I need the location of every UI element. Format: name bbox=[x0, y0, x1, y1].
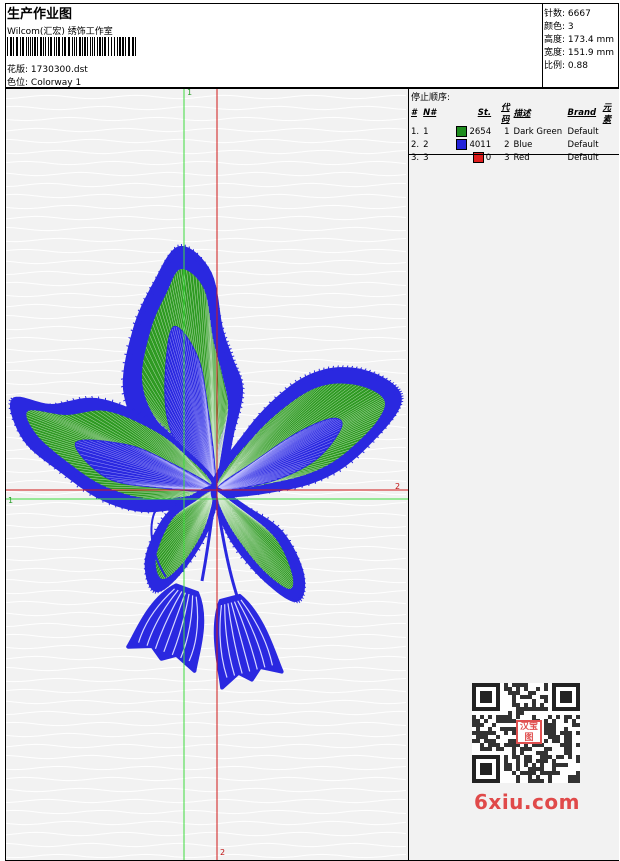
stitch-count: 针数: 6667 bbox=[544, 9, 591, 19]
stop-brand: Default bbox=[567, 126, 599, 137]
flower-embroidery bbox=[8, 243, 404, 690]
col-code: 代码 bbox=[501, 103, 510, 125]
design-height: 高度: 173.4 mm bbox=[544, 35, 615, 45]
stop-row: 2. 2 4011 2 Blue Default bbox=[409, 138, 619, 151]
color-count: 颜色: 3 bbox=[544, 22, 574, 32]
stop-description: Dark Green bbox=[513, 126, 563, 137]
stop-description: Blue bbox=[513, 139, 533, 150]
stop-brand: Default bbox=[567, 152, 599, 163]
col-number: N# bbox=[423, 108, 437, 118]
col-index: # bbox=[411, 108, 417, 118]
stop-number: 2 bbox=[423, 139, 429, 150]
axis-label-red-bottom: 2 bbox=[220, 848, 226, 857]
design-value: 1730300.dst bbox=[30, 65, 88, 75]
stop-code: 2 bbox=[504, 139, 510, 150]
colorway-field: 色位: Colorway 1 bbox=[7, 75, 81, 88]
stop-index: 2. bbox=[411, 139, 420, 150]
design-canvas: 1 1 2 2 bbox=[6, 89, 408, 860]
stop-table-header-row: # N# St. 代码 描述 Brand 元素 bbox=[409, 101, 619, 125]
stitch-count-value: 2654 bbox=[469, 127, 492, 137]
embroidery-design bbox=[6, 89, 408, 860]
stop-element bbox=[601, 138, 619, 151]
stop-element bbox=[601, 125, 619, 138]
stop-description: Red bbox=[513, 152, 530, 163]
company-name: Wilcom(汇宏) 绣饰工作室 bbox=[7, 27, 113, 37]
design-width: 宽度: 151.9 mm bbox=[544, 48, 615, 58]
stop-index: 3. bbox=[411, 152, 420, 163]
design-label: 花版: bbox=[7, 65, 29, 75]
axis-label-red-right: 2 bbox=[395, 482, 401, 491]
stop-number: 1 bbox=[423, 126, 429, 137]
stop-stitches: 4011 bbox=[453, 138, 493, 151]
watermark-text: 6xiu.com bbox=[474, 790, 580, 814]
col-stitches: St. bbox=[477, 108, 492, 118]
thread-color-swatch bbox=[456, 139, 468, 150]
stop-code: 3 bbox=[504, 152, 510, 163]
stop-index: 1. bbox=[411, 126, 420, 137]
stop-element bbox=[601, 151, 619, 164]
stop-code: 1 bbox=[504, 126, 510, 137]
axis-label-green-left: 1 bbox=[8, 496, 14, 505]
stop-row: 1. 1 2654 1 Dark Green Default bbox=[409, 125, 619, 138]
thread-color-swatch bbox=[456, 126, 468, 137]
page-title: 生产作业图 bbox=[7, 7, 73, 22]
colorway-value: Colorway 1 bbox=[30, 78, 82, 88]
table-divider bbox=[409, 154, 619, 155]
colorway-label: 色位: bbox=[7, 78, 29, 88]
design-scale: 比例: 0.88 bbox=[544, 61, 588, 71]
stop-row: 3. 3 0 3 Red Default bbox=[409, 151, 619, 164]
production-worksheet: 生产作业图 Wilcom(汇宏) 绣饰工作室 花版: 1730300.dst 色… bbox=[0, 0, 620, 861]
axis-label-green-top: 1 bbox=[187, 89, 193, 97]
design-field: 花版: 1730300.dst bbox=[7, 62, 88, 75]
col-description: 描述 bbox=[513, 109, 531, 119]
stop-brand: Default bbox=[567, 139, 599, 150]
col-brand: Brand bbox=[567, 108, 597, 118]
qr-stamp-logo: 汉宝图 bbox=[516, 720, 542, 744]
stop-stitches: 0 bbox=[453, 151, 493, 164]
stop-number: 3 bbox=[423, 152, 429, 163]
barcode-image bbox=[7, 37, 136, 56]
col-element: 元素 bbox=[602, 103, 612, 125]
stitch-count-value: 4011 bbox=[469, 140, 492, 150]
stop-stitches: 2654 bbox=[453, 125, 493, 138]
